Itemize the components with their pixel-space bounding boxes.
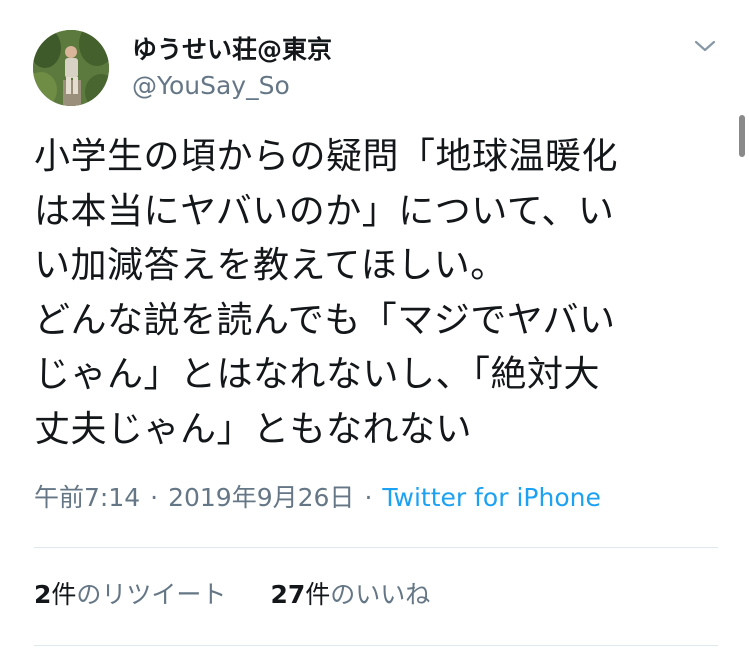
avatar[interactable] <box>33 30 109 106</box>
tweet-source-link[interactable]: Twitter for iPhone <box>382 483 600 512</box>
chevron-down-icon <box>694 40 716 52</box>
tweet-text-line: じゃん」とはなれないし、「絶対大 <box>34 354 601 395</box>
retweets-stat[interactable]: 2件のリツイート <box>34 580 226 610</box>
user-handle[interactable]: @YouSay_So <box>132 72 290 100</box>
meta-separator: · <box>364 483 373 512</box>
scrollbar[interactable] <box>739 115 745 157</box>
tweet-text-line: は本当にヤバいのか」について、い <box>34 190 615 232</box>
avatar-photo-icon <box>33 30 109 106</box>
tweet-text-line: どんな説を読んでも「マジでヤバい <box>34 299 616 341</box>
tweet-stats: 2件のリツイート 27件のいいね <box>34 580 474 610</box>
like-label: のいいね <box>330 580 431 609</box>
display-name[interactable]: ゆうせい荘@東京 <box>132 36 332 64</box>
like-unit: 件 <box>305 580 331 609</box>
tweet-text-line: 丈夫じゃん」ともなれない <box>34 408 473 450</box>
tweet-text: 小学生の頃からの疑問「地球温暖化 は本当にヤバいのか」について、い い加減答えを… <box>34 130 724 457</box>
tweet-text-line: い加減答えを教えてほしい。 <box>34 245 507 286</box>
tweet-time[interactable]: 午前7:14 <box>34 483 140 512</box>
tweet-text-line: 小学生の頃からの疑問「地球温暖化 <box>34 136 619 177</box>
retweet-label: のリツイート <box>76 580 227 609</box>
meta-separator: · <box>150 483 159 512</box>
divider <box>34 547 718 548</box>
tweet-menu-button[interactable] <box>690 34 720 58</box>
tweet-date[interactable]: 2019年9月26日 <box>168 483 354 512</box>
retweet-count: 2 <box>34 580 52 609</box>
like-count: 27 <box>270 580 306 609</box>
tweet-metadata: 午前7:14 · 2019年9月26日 · Twitter for iPhone <box>34 483 601 513</box>
retweet-unit: 件 <box>51 580 77 609</box>
tweet-detail: ゆうせい荘@東京 @YouSay_So 小学生の頃からの疑問「地球温暖化 は本当… <box>0 0 749 648</box>
likes-stat[interactable]: 27件のいいね <box>270 580 430 610</box>
divider <box>34 645 718 646</box>
